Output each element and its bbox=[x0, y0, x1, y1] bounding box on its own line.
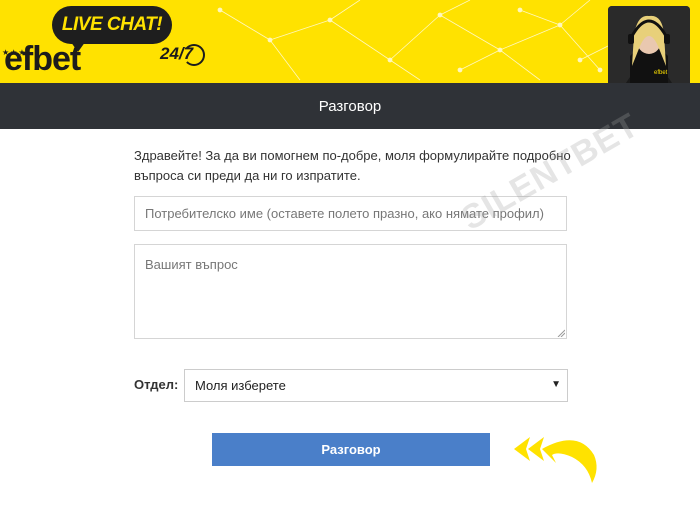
clock-ring-icon bbox=[183, 44, 205, 66]
start-chat-button[interactable]: Разговор bbox=[212, 433, 490, 466]
svg-text:efbet: efbet bbox=[654, 70, 668, 76]
question-textarea[interactable]: Вашият въпрос bbox=[134, 244, 567, 339]
resize-grip-icon[interactable] bbox=[557, 329, 565, 337]
department-label: Отдел: bbox=[134, 377, 179, 392]
question-placeholder: Вашият въпрос bbox=[145, 257, 238, 272]
chat-title-bar: Разговор bbox=[0, 83, 700, 129]
department-selected-value: Моля изберете bbox=[195, 378, 286, 393]
live-chat-banner: LIVE CHAT! ★★★ efbet 24/7 efbet bbox=[0, 0, 700, 83]
efbet-logo: efbet bbox=[4, 40, 81, 78]
department-select[interactable]: Моля изберете ▼ bbox=[184, 369, 568, 402]
chevron-down-icon: ▼ bbox=[551, 379, 561, 390]
agent-headset-icon: efbet bbox=[608, 6, 690, 83]
pointer-arrow-icon bbox=[514, 437, 597, 483]
page-title: Разговор bbox=[318, 97, 382, 115]
